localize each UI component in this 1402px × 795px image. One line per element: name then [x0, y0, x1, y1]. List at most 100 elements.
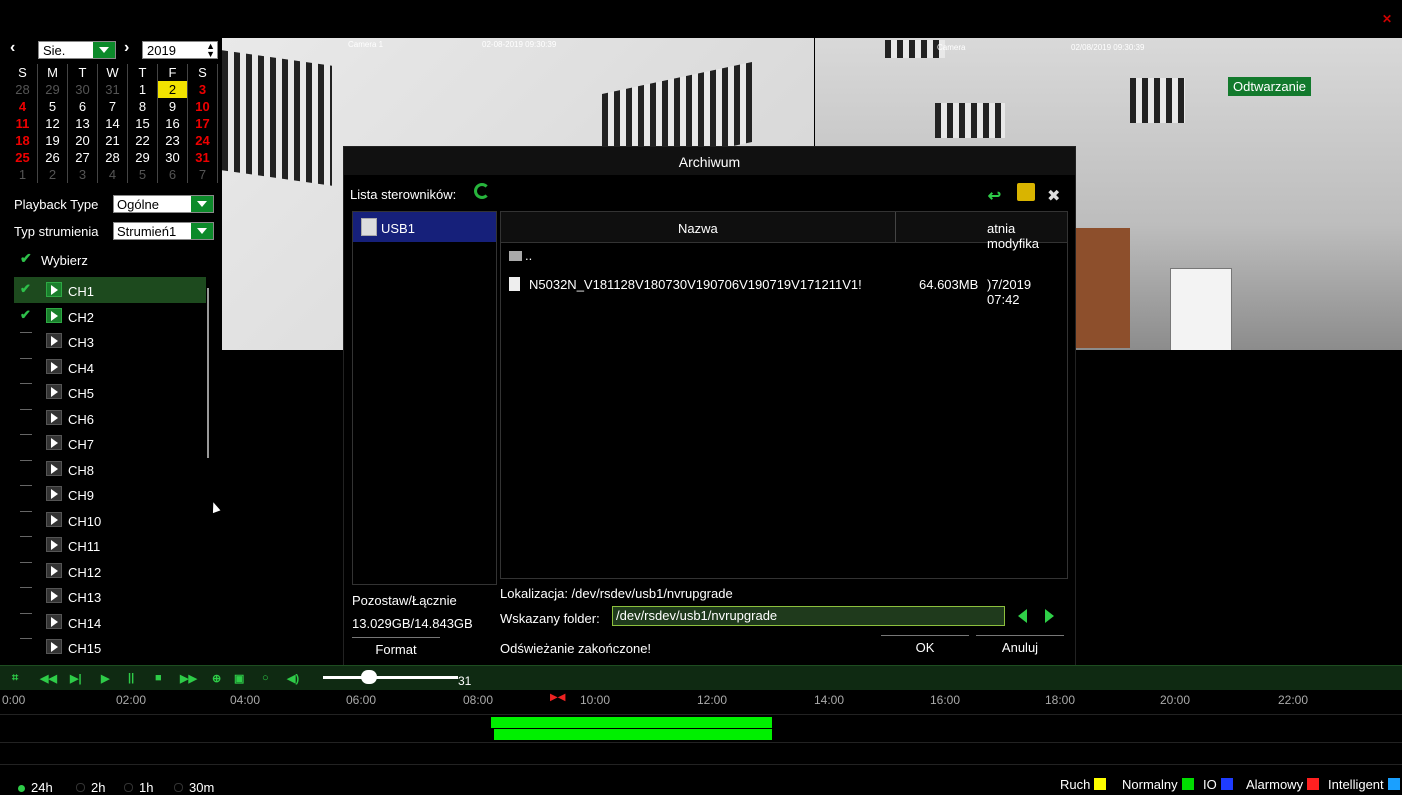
calendar-day[interactable]: 28 [97, 149, 128, 166]
channel-row[interactable]: CH8 [14, 456, 206, 482]
channel-checkbox[interactable] [20, 536, 32, 537]
arrow-right-icon[interactable] [1045, 609, 1054, 623]
play-icon[interactable] [46, 639, 62, 654]
ok-button[interactable]: OK [881, 635, 969, 658]
range-option-1h[interactable]: 1h [124, 780, 153, 795]
channel-row[interactable]: CH4 [14, 354, 206, 380]
calendar-day[interactable]: 28 [8, 81, 38, 98]
month-select[interactable]: Sie. [38, 41, 116, 59]
calendar-day[interactable]: 7 [187, 166, 218, 183]
channel-row[interactable]: CH15 [14, 634, 206, 660]
timeline-record-bar[interactable] [494, 729, 773, 740]
step-back-icon[interactable]: ▶| [70, 672, 82, 685]
calendar-day[interactable]: 4 [97, 166, 128, 183]
channel-row[interactable]: ✔ CH1 [14, 277, 206, 303]
channel-checkbox-checked[interactable]: ✔ [20, 282, 34, 295]
channel-checkbox-checked[interactable]: ✔ [20, 308, 34, 321]
select-all-checkbox[interactable]: ✔ [20, 250, 32, 267]
fast-forward-icon[interactable]: ▶▶ [180, 672, 197, 685]
year-spinner-icon[interactable]: ▲ ▼ [206, 42, 215, 59]
channel-checkbox[interactable] [20, 561, 32, 563]
play-icon[interactable] [46, 435, 62, 450]
play-icon[interactable] [46, 511, 62, 527]
playback-type-select[interactable]: Ogólne [113, 195, 214, 213]
column-header-name[interactable]: Nazwa [678, 221, 718, 236]
volume-icon[interactable]: ◀) [287, 672, 299, 685]
range-option-24h[interactable]: 24h [18, 780, 53, 795]
calendar-day[interactable]: 5 [37, 98, 68, 115]
volume-slider[interactable] [323, 676, 458, 679]
calendar-day[interactable]: 24 [187, 132, 218, 149]
calendar-day[interactable]: 19 [37, 132, 68, 149]
cancel-button[interactable]: Anuluj [976, 635, 1064, 658]
calendar-day[interactable]: 30 [157, 149, 188, 166]
calendar-day[interactable]: 1 [127, 81, 158, 98]
play-icon[interactable] [46, 333, 62, 348]
file-row[interactable]: N5032N_V181128V180730V190706V190719V1712… [501, 274, 1067, 307]
play-icon[interactable] [46, 537, 62, 552]
next-month-icon[interactable]: › [124, 39, 129, 57]
calendar-day-selected[interactable]: 2 [157, 81, 188, 98]
zoom-icon[interactable]: ⊕ [212, 672, 221, 685]
channel-checkbox[interactable] [20, 332, 32, 333]
calendar-day[interactable]: 31 [97, 81, 128, 98]
play-icon[interactable] [46, 486, 62, 501]
calendar-day[interactable]: 1 [8, 166, 38, 183]
chevron-down-icon[interactable] [93, 42, 115, 58]
calendar-day[interactable]: 15 [127, 115, 158, 132]
calendar-day[interactable]: 6 [157, 166, 188, 183]
timeline-cursor-icon[interactable]: ▶◀ [550, 692, 565, 703]
calendar-day[interactable]: 18 [8, 132, 38, 149]
stream-type-select[interactable]: Strumień1 [113, 222, 214, 240]
refresh-icon[interactable] [474, 183, 490, 199]
timeline[interactable]: 0:00 02:00 04:00 06:00 08:00 10:00 12:00… [0, 690, 1402, 770]
calendar-day[interactable]: 17 [187, 115, 218, 132]
calendar-day[interactable]: 5 [127, 166, 158, 183]
channel-row[interactable]: CH3 [14, 328, 206, 354]
calendar-day[interactable]: 4 [8, 98, 38, 115]
calendar-day[interactable]: 21 [97, 132, 128, 149]
play-icon[interactable] [46, 384, 62, 399]
calendar-day[interactable]: 8 [127, 98, 158, 115]
channel-checkbox[interactable] [20, 510, 32, 512]
calendar-day[interactable]: 20 [67, 132, 98, 149]
play-icon[interactable]: ▶ [101, 672, 109, 685]
play-icon[interactable] [46, 282, 62, 297]
calendar-day[interactable]: 22 [127, 132, 158, 149]
calendar-day[interactable]: 25 [8, 149, 38, 166]
play-icon[interactable] [46, 562, 62, 578]
play-icon[interactable] [46, 409, 62, 425]
snapshot-icon[interactable]: ○ [262, 672, 269, 684]
channel-checkbox[interactable] [20, 357, 32, 359]
calendar-day[interactable]: 3 [67, 166, 98, 183]
channel-row[interactable]: CH6 [14, 405, 206, 431]
play-icon[interactable] [46, 460, 62, 476]
calendar-day[interactable]: 29 [127, 149, 158, 166]
channel-checkbox[interactable] [20, 408, 32, 410]
rewind-icon[interactable]: ◀◀ [40, 672, 57, 685]
channel-row[interactable]: CH10 [14, 507, 206, 533]
channel-row[interactable]: CH7 [14, 430, 206, 456]
channel-checkbox[interactable] [20, 383, 32, 384]
pause-icon[interactable]: || [128, 672, 134, 684]
timeline-record-bar[interactable] [491, 717, 773, 728]
range-option-30m[interactable]: 30m [174, 780, 214, 795]
calendar-day[interactable]: 14 [97, 115, 128, 132]
arrow-left-icon[interactable] [1018, 609, 1027, 623]
channel-checkbox[interactable] [20, 485, 32, 486]
channel-row[interactable]: ✔ CH2 [14, 303, 206, 329]
channel-row[interactable]: CH11 [14, 532, 206, 558]
save-icon[interactable]: ▣ [234, 672, 244, 685]
calendar-day[interactable]: 6 [67, 98, 98, 115]
channel-checkbox[interactable] [20, 587, 32, 588]
calendar-day[interactable]: 29 [37, 81, 68, 98]
prev-month-icon[interactable]: ‹ [10, 39, 15, 57]
stop-icon[interactable]: ■ [155, 672, 162, 684]
play-icon[interactable] [46, 358, 62, 374]
delete-icon[interactable]: ✖ [1047, 186, 1065, 205]
file-row-parent[interactable]: .. [501, 248, 1067, 270]
driver-item-usb1[interactable]: USB1 [353, 212, 496, 242]
play-icon[interactable] [46, 613, 62, 629]
calendar-day[interactable]: 12 [37, 115, 68, 132]
channel-row[interactable]: CH12 [14, 558, 206, 584]
